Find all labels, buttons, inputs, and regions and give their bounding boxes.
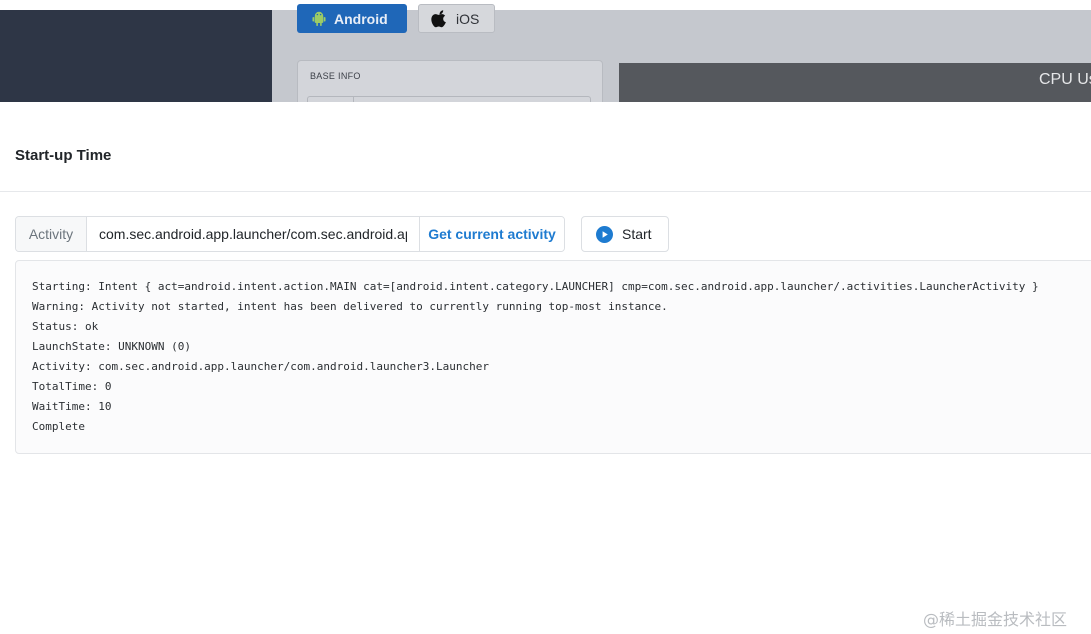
tab-ios[interactable]: iOS [418, 4, 495, 33]
tab-android[interactable]: Android [297, 4, 407, 33]
output-line: Warning: Activity not started, intent ha… [32, 300, 668, 313]
activity-field[interactable] [87, 217, 420, 251]
get-current-activity-button[interactable]: Get current activity [420, 217, 564, 251]
screen: Android iOS BASE INFO CPU Us Start-up Ti… [0, 0, 1091, 634]
activity-label: Activity [16, 217, 87, 251]
tab-ios-label: iOS [456, 10, 480, 27]
output-line: LaunchState: UNKNOWN (0) [32, 340, 191, 353]
android-icon [312, 11, 326, 26]
command-output: Starting: Intent { act=android.intent.ac… [15, 260, 1091, 454]
activity-input-group: Activity Get current activity [15, 216, 565, 252]
modal-title: Start-up Time [15, 147, 112, 164]
start-label: Start [622, 226, 652, 242]
output-line: Status: ok [32, 320, 99, 333]
output-line: TotalTime: 0 [32, 380, 112, 393]
output-line: Starting: Intent { act=android.intent.ac… [32, 280, 1039, 293]
play-icon [596, 225, 613, 243]
apple-icon [431, 10, 446, 28]
background-app: Android iOS BASE INFO CPU Us [0, 0, 1091, 102]
startup-time-modal: Start-up Time Activity Get current activ… [0, 102, 1091, 634]
base-info-title: BASE INFO [310, 71, 361, 81]
base-info-panel: BASE INFO [297, 60, 603, 102]
top-strip [0, 0, 1091, 10]
cpu-usage-title: CPU Us [1039, 71, 1091, 88]
cpu-usage-panel: CPU Us [619, 63, 1091, 102]
output-line: Complete [32, 420, 85, 433]
start-button[interactable]: Start [581, 216, 669, 252]
output-line: WaitTime: 10 [32, 400, 112, 413]
modal-header: Start-up Time [0, 102, 1091, 192]
output-line: Activity: com.sec.android.app.launcher/c… [32, 360, 489, 373]
sidebar [0, 10, 272, 102]
watermark: @稀土掘金技术社区 [923, 610, 1068, 629]
tab-android-label: Android [334, 10, 388, 27]
